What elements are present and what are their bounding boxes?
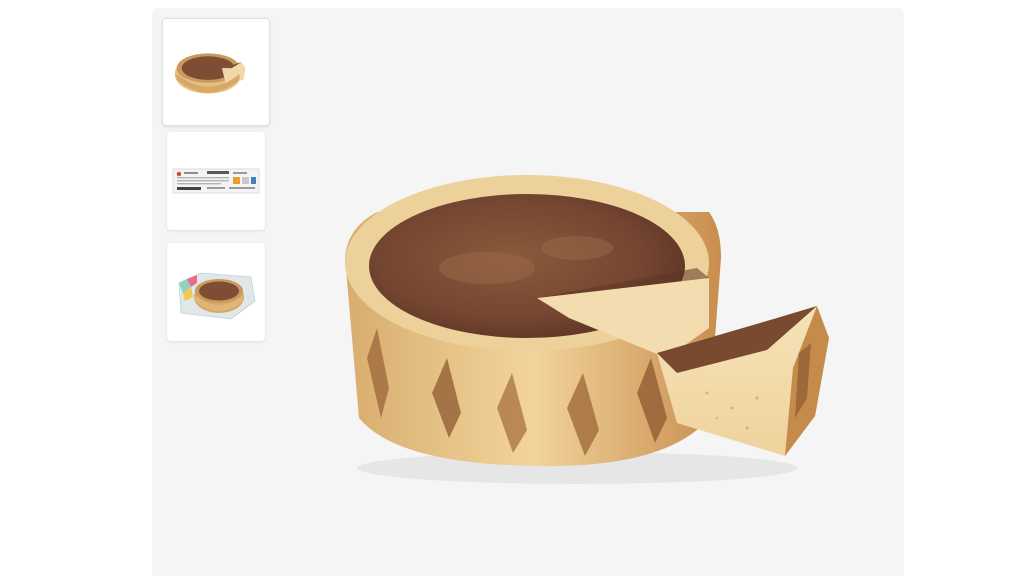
basque-cheesecake-icon xyxy=(345,175,829,484)
main-product-image[interactable] xyxy=(337,168,847,488)
product-image-gallery xyxy=(152,8,904,576)
product-page xyxy=(0,0,1024,576)
packaged-cheesecake-thumbnail-icon xyxy=(178,272,256,320)
thumbnail-packaged-cheesecake[interactable] xyxy=(167,243,265,341)
thumbnail-cheesecake[interactable] xyxy=(162,18,270,126)
cheesecake-thumbnail-icon xyxy=(174,53,246,94)
thumbnail-package-label[interactable] xyxy=(167,132,265,230)
package-label-thumbnail-icon xyxy=(172,168,260,194)
